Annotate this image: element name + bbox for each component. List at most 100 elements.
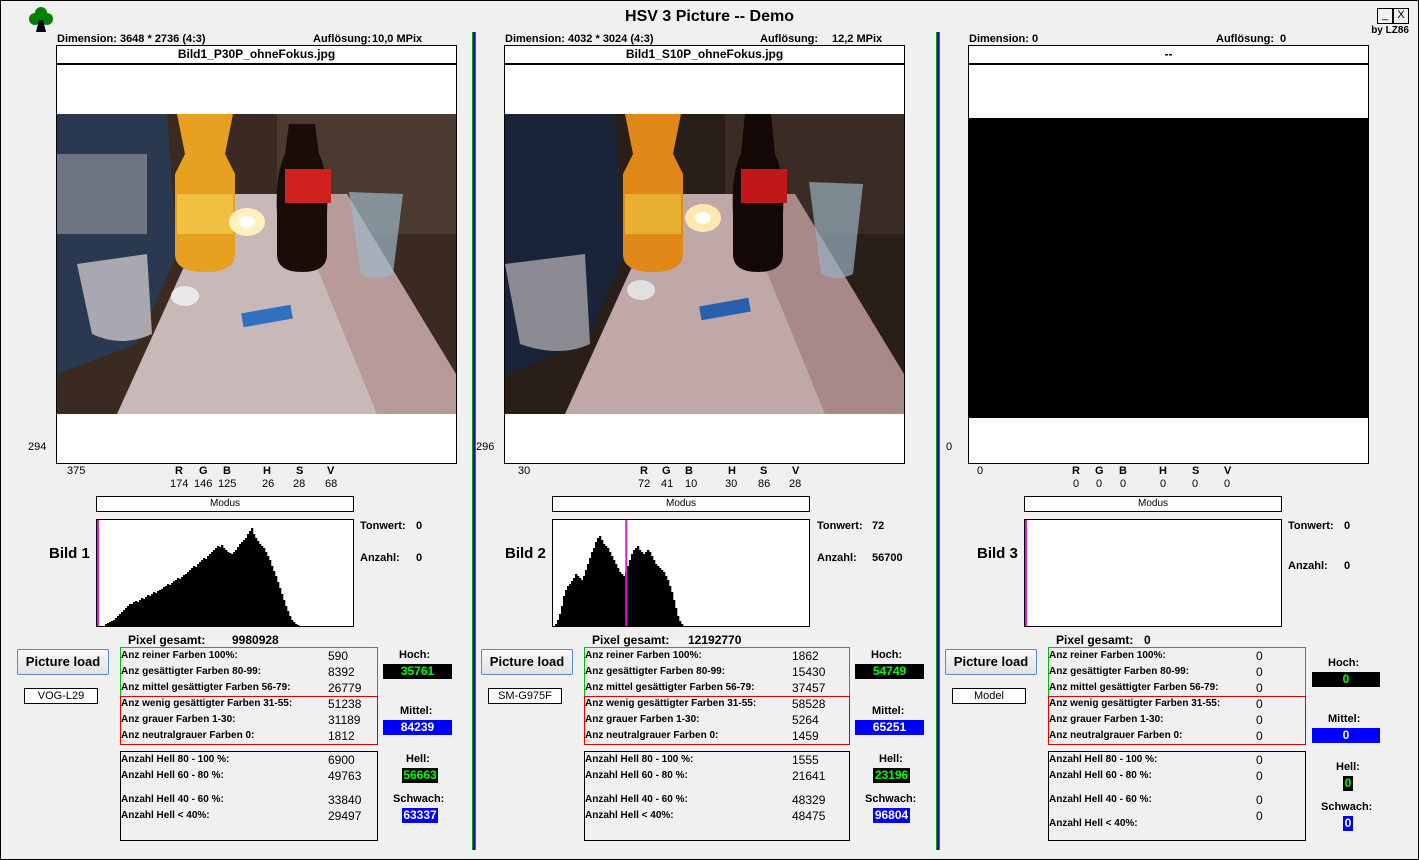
stat-label: Anz mittel gesättigter Farben 56-79:: [1049, 682, 1219, 693]
tonwert-label: Tonwert:: [817, 520, 863, 532]
histogram-bar: [277, 582, 280, 626]
picture-load-button[interactable]: Picture load: [481, 649, 573, 675]
stat-label: Anz neutralgrauer Farben 0:: [585, 730, 719, 741]
histogram-bar: [121, 612, 124, 626]
histogram-bar: [199, 562, 202, 626]
histogram-chart[interactable]: [1024, 519, 1282, 627]
stat-label: Anz grauer Farben 1-30:: [1049, 714, 1164, 725]
modus-select[interactable]: Modus: [96, 496, 354, 512]
histogram-bar: [609, 552, 612, 626]
histogram-bar: [599, 536, 602, 626]
picture-load-button[interactable]: Picture load: [17, 649, 109, 675]
histogram-bar: [169, 585, 172, 626]
b-value: 0: [1120, 478, 1127, 490]
y-coord-value: 296: [476, 441, 495, 453]
stat-label: Anz gesättigter Farben 80-99:: [585, 666, 726, 677]
histogram-bar: [261, 546, 264, 626]
aufloesung-value: 12,2 MPix: [832, 33, 883, 45]
hell-label: Hell:: [406, 753, 430, 765]
stat-label: Anz neutralgrauer Farben 0:: [121, 730, 255, 741]
hoch-label: Hoch:: [399, 649, 431, 661]
histogram-bar: [195, 567, 198, 626]
histogram-marker[interactable]: [1025, 520, 1027, 626]
b-label: B: [685, 465, 693, 477]
bild-label: Bild 2: [505, 545, 546, 562]
dimension-label: Dimension: 4032 * 3024 (4:3): [505, 33, 654, 45]
histogram-chart[interactable]: [96, 519, 354, 627]
g-label: G: [662, 465, 671, 477]
histogram-bar: [209, 554, 212, 626]
histogram-bar: [637, 546, 640, 626]
stat-value: 5264: [792, 713, 819, 727]
histogram-chart[interactable]: [552, 519, 810, 627]
histogram-bar: [597, 538, 600, 626]
bild-label: Bild 1: [49, 545, 90, 562]
histogram-bar: [231, 554, 234, 626]
histogram-bar: [187, 572, 190, 626]
photo-image: [505, 114, 904, 414]
stat-label: Anz gesättigter Farben 80-99:: [1049, 666, 1190, 677]
histogram-bar: [613, 560, 616, 626]
stat-label: Anzahl Hell 60 - 80 %:: [121, 770, 224, 781]
pixel-gesamt-label: Pixel gesamt:: [592, 633, 670, 647]
picture-frame[interactable]: [56, 64, 457, 464]
hell-value: 56663: [402, 768, 438, 783]
stat-value: 21641: [792, 769, 826, 783]
histogram-bar: [201, 560, 204, 626]
histogram-bar: [171, 583, 174, 626]
model-field: SM-G975F: [488, 688, 562, 704]
histogram-bar: [631, 554, 634, 626]
stat-value: 1812: [328, 729, 355, 743]
histogram-bar: [157, 591, 160, 626]
schwach-label: Schwach:: [865, 793, 917, 805]
stat-label: Anzahl Hell < 40%:: [121, 810, 210, 821]
histogram-bar: [561, 606, 564, 626]
histogram-bar: [125, 608, 128, 626]
histogram-bar: [161, 589, 164, 626]
histogram-bar: [219, 547, 222, 626]
histogram-bar: [681, 624, 684, 626]
histogram-bar: [175, 580, 178, 626]
histogram-bar: [563, 596, 566, 626]
modus-select[interactable]: Modus: [552, 496, 810, 512]
picture-load-button[interactable]: Picture load: [945, 649, 1037, 675]
histogram-marker[interactable]: [97, 520, 99, 626]
close-button[interactable]: X: [1393, 8, 1409, 24]
histogram-bar: [237, 547, 240, 626]
pixel-gesamt-label: Pixel gesamt:: [1056, 633, 1134, 647]
s-value: 86: [758, 478, 771, 490]
histogram-bar: [273, 571, 276, 626]
stat-value: 0: [1256, 697, 1263, 711]
picture-frame[interactable]: [504, 64, 905, 464]
stat-value: 0: [1256, 809, 1263, 823]
histogram-bar: [293, 622, 296, 626]
histogram-bar: [577, 576, 580, 626]
histogram-bar: [245, 538, 248, 626]
stat-value: 8392: [328, 665, 355, 679]
histogram-bar: [659, 568, 662, 626]
picture-frame[interactable]: [968, 64, 1369, 464]
x-coord-value: 375: [67, 465, 86, 477]
histogram-bar: [671, 592, 674, 626]
h-value: 30: [725, 478, 738, 490]
stat-label: Anz gesättigter Farben 80-99:: [121, 666, 262, 677]
minimize-button[interactable]: _: [1377, 8, 1393, 24]
stat-value: 0: [1256, 713, 1263, 727]
stat-label: Anz wenig gesättigter Farben 31-55:: [585, 698, 757, 709]
histogram-bar: [615, 564, 618, 626]
author-label: by LZ86: [1371, 25, 1409, 36]
histogram-bar: [633, 550, 636, 626]
histogram-bar: [107, 623, 110, 626]
histogram-bar: [575, 574, 578, 626]
h-value: 26: [262, 478, 275, 490]
histogram-bar: [239, 544, 242, 626]
histogram-bar: [665, 576, 668, 626]
histogram-bar: [159, 590, 162, 626]
app-title: HSV 3 Picture -- Demo: [625, 8, 794, 25]
mittel-value: 84239: [383, 720, 452, 735]
histogram-marker[interactable]: [625, 520, 628, 626]
modus-select[interactable]: Modus: [1024, 496, 1282, 512]
hell-value: 23196: [873, 768, 910, 783]
schwach-label: Schwach:: [1321, 801, 1373, 813]
y-coord-value: 294: [28, 441, 47, 453]
